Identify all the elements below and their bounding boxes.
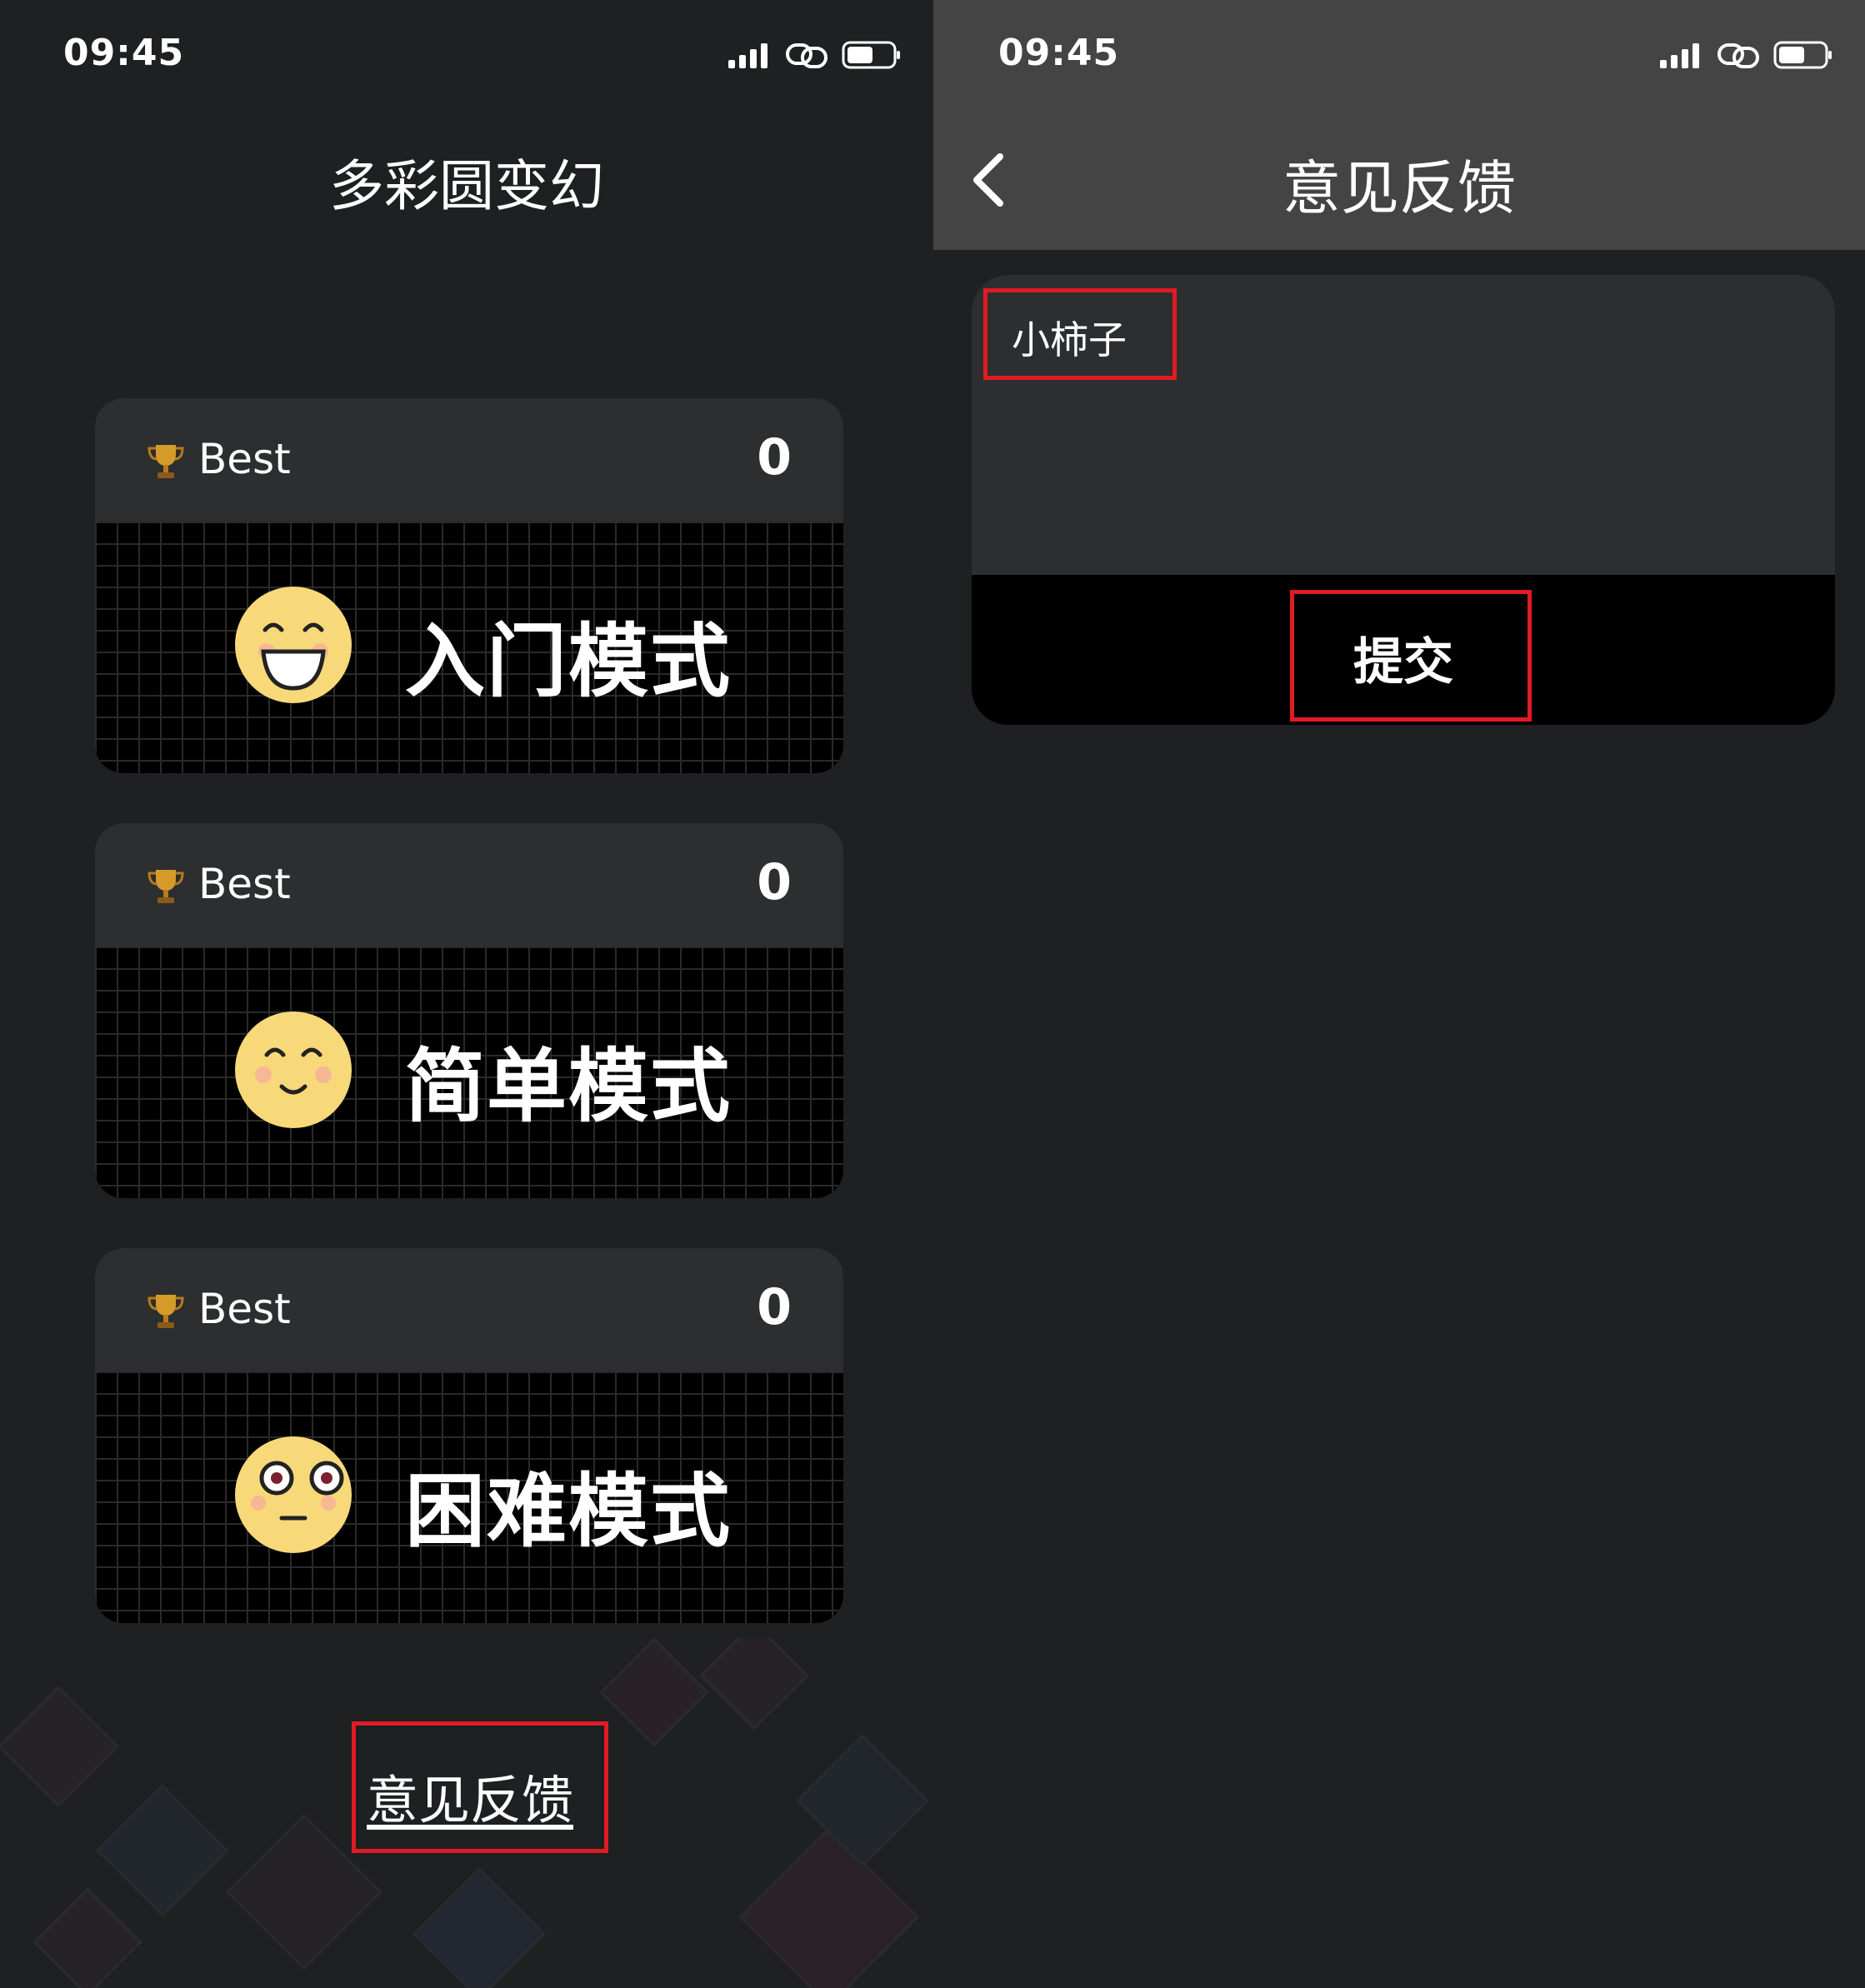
signal-icon [1660, 43, 1699, 68]
mode-label: 入门模式 [405, 615, 732, 708]
best-score-bar: Best 0 [95, 398, 843, 522]
mode-label: 简单模式 [405, 1040, 732, 1133]
status-icons [727, 38, 902, 72]
best-label: Best [198, 1285, 291, 1333]
trophy-icon [148, 870, 184, 903]
best-score-bar: Best 0 [95, 1248, 843, 1371]
best-label: Best [198, 435, 291, 483]
mode-card-hard[interactable]: Best 0 困难模式 [95, 1248, 843, 1623]
nav-title: 意见反馈 [1282, 154, 1516, 222]
submit-button[interactable]: 提交 [972, 575, 1835, 725]
mode-label: 困难模式 [405, 1465, 732, 1558]
battery-icon [1773, 41, 1832, 69]
smiling-face-icon [235, 1011, 352, 1128]
trophy-icon [148, 445, 184, 478]
mode-card-beginner[interactable]: Best 0 入门模式 [95, 398, 843, 773]
home-screen: 09:45 多彩圆变幻 Best 0 入门模式 Best 0 简单模式 Best… [0, 0, 933, 1988]
highlight-box [983, 288, 1177, 380]
status-time: 09:45 [63, 32, 185, 74]
best-score: 0 [757, 428, 792, 487]
highlight-box [1290, 590, 1532, 722]
link-icon [1718, 43, 1759, 68]
feedback-form: 小柿子 提交 [972, 275, 1835, 725]
trophy-icon [148, 1295, 184, 1328]
best-score: 0 [757, 1278, 792, 1336]
best-score: 0 [757, 853, 792, 912]
mode-button[interactable]: 入门模式 [95, 522, 843, 773]
grinning-face-icon [235, 587, 352, 703]
wide-eyed-face-icon [235, 1436, 352, 1553]
status-icons [1658, 38, 1833, 72]
best-label: Best [198, 860, 291, 908]
feedback-link[interactable]: 意见反馈 [367, 1758, 573, 1833]
status-bar: 09:45 [933, 0, 1865, 112]
battery-icon [842, 41, 900, 69]
mode-card-easy[interactable]: Best 0 简单模式 [95, 823, 843, 1198]
status-bar: 09:45 [0, 0, 933, 112]
mode-button[interactable]: 简单模式 [95, 947, 843, 1198]
feedback-screen: 09:45 意见反馈 小柿子 提交 [933, 0, 1865, 1988]
mode-button[interactable]: 困难模式 [95, 1371, 843, 1623]
nav-bar: 09:45 意见反馈 [933, 0, 1865, 250]
link-icon [786, 43, 828, 68]
status-time: 09:45 [998, 32, 1120, 74]
signal-icon [728, 43, 768, 68]
best-score-bar: Best 0 [95, 823, 843, 947]
feedback-textarea[interactable]: 小柿子 [972, 275, 1835, 575]
page-title: 多彩圆变幻 [329, 154, 604, 218]
